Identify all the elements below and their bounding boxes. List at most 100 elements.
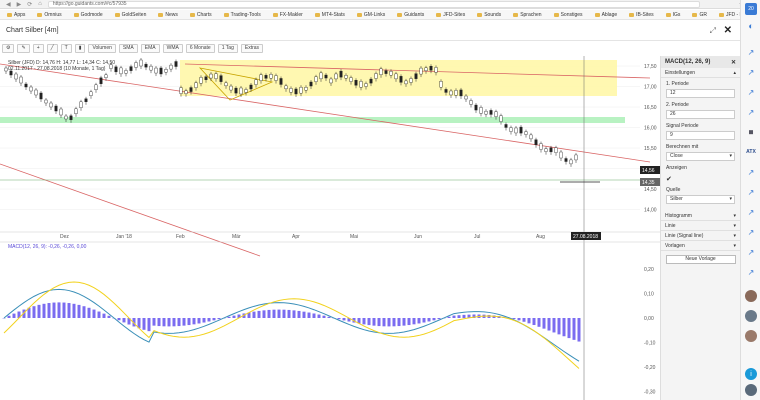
atx-logo-icon[interactable]: ATX: [745, 146, 757, 158]
bookmark-item[interactable]: Trading-Tools: [219, 12, 266, 18]
bookmark-item[interactable]: JFD-Sites: [431, 12, 470, 18]
avatar[interactable]: [745, 310, 757, 322]
line-tool-icon[interactable]: ╱: [46, 43, 58, 53]
period1-input[interactable]: 12: [666, 89, 735, 98]
section-templates[interactable]: Vorlagen ▾: [661, 241, 740, 251]
lightbulb-icon[interactable]: ◐: [745, 20, 757, 32]
show-checkbox[interactable]: ✔: [661, 172, 740, 184]
chart-icon-1[interactable]: ↗: [745, 46, 757, 58]
candle-body: [164, 69, 168, 73]
candle-body: [89, 91, 93, 96]
draw-icon[interactable]: ✎: [17, 43, 30, 53]
toolbar-btn-volumen[interactable]: Volumen: [88, 43, 116, 53]
field-label-period1: 1. Periode: [666, 81, 689, 87]
histogram-bar: [52, 302, 56, 318]
chart-area[interactable]: 17,5017,0016,5016,0015,5015,0014,5014,00…: [0, 56, 660, 400]
chart-icon-2[interactable]: ↗: [745, 66, 757, 78]
source-select[interactable]: Silber ▾: [666, 195, 735, 204]
bookmark-item[interactable]: Sounds: [472, 12, 506, 18]
histogram-bar: [302, 311, 306, 318]
bookmark-item[interactable]: Guidants: [392, 12, 429, 18]
histogram-bar: [162, 318, 166, 327]
bookmark-item[interactable]: FX-Makler: [268, 12, 308, 18]
bookmark-item[interactable]: MT4-Stats: [310, 12, 350, 18]
bookmark-item[interactable]: IGs: [661, 12, 686, 18]
candle-body: [569, 159, 573, 165]
chart-icon-7[interactable]: ↗: [745, 206, 757, 218]
chart-icon-3[interactable]: ↗: [745, 86, 757, 98]
address-bar[interactable]: https://go.guidants.com/#c/57935: [47, 0, 700, 8]
reload-icon[interactable]: ⟳: [27, 1, 32, 8]
bookmark-item[interactable]: Charts: [185, 12, 217, 18]
histogram-bar: [382, 318, 386, 327]
section-signal-line[interactable]: Linie (Signal line) ▾: [661, 231, 740, 241]
bookmark-item[interactable]: GM-Links: [352, 12, 390, 18]
candle-body: [29, 86, 33, 92]
candle-type-icon[interactable]: ▮: [74, 43, 86, 53]
text-tool-icon[interactable]: T: [60, 43, 72, 53]
settings-icon[interactable]: ⚙: [2, 43, 15, 53]
candle-body: [369, 78, 373, 84]
histogram-bar: [97, 311, 101, 318]
bookmark-item[interactable]: Sprachen: [508, 12, 546, 18]
expand-icon[interactable]: ⤢: [710, 26, 716, 36]
bookmark-item[interactable]: Godmode: [69, 12, 108, 18]
histogram-bar: [232, 315, 236, 318]
candle-body: [324, 74, 328, 79]
chart-icon-4[interactable]: ↗: [745, 106, 757, 118]
avatar[interactable]: [745, 290, 757, 302]
toolbar-btn-ema[interactable]: EMA: [140, 43, 160, 53]
candle-body: [224, 82, 228, 87]
histogram-bar: [217, 318, 221, 320]
section-histogram[interactable]: Histogramm ▾: [661, 211, 740, 221]
chart-icon-10[interactable]: ↗: [745, 266, 757, 278]
macd-axis-label: 0,20: [644, 267, 654, 273]
field-label-signal: Signal Periode: [666, 123, 699, 129]
chevron-down-icon: ▾: [733, 242, 736, 249]
back-icon[interactable]: ◀: [6, 1, 11, 8]
avatar[interactable]: [745, 330, 757, 342]
histogram-bar: [182, 318, 186, 326]
forward-icon[interactable]: ▶: [17, 1, 22, 8]
close-icon[interactable]: ✕: [724, 25, 732, 36]
avatar[interactable]: [745, 384, 757, 396]
crosshair-icon[interactable]: +: [32, 43, 44, 53]
bookmark-item[interactable]: IB-Sites: [624, 12, 659, 18]
signal-period-input[interactable]: 9: [666, 131, 735, 140]
calc-select[interactable]: Close ▾: [666, 152, 735, 161]
bookmark-item[interactable]: Sonstiges: [549, 12, 588, 18]
bookmark-item[interactable]: Apps: [2, 12, 30, 18]
timeframe-select[interactable]: 6 Monate: [185, 43, 215, 53]
close-panel-icon[interactable]: ✕: [731, 59, 736, 66]
settings-section[interactable]: Einstellungen ▴: [661, 68, 740, 78]
info-icon[interactable]: i: [745, 368, 757, 380]
bookmark-item[interactable]: GR: [687, 12, 712, 18]
bank-logo-icon[interactable]: ≣: [745, 126, 757, 138]
bookmark-item[interactable]: News: [153, 12, 183, 18]
toolbar-btn-wma[interactable]: WMA: [162, 43, 183, 53]
chart-icon-5[interactable]: ↗: [745, 166, 757, 178]
chevron-down-icon: ▾: [729, 153, 732, 159]
candle-body: [524, 131, 528, 135]
extras-select[interactable]: Extras: [240, 43, 264, 53]
macd-axis-label: 0,10: [644, 292, 654, 298]
bookmark-item[interactable]: GoldSeiten: [110, 12, 152, 18]
candle-body: [364, 83, 368, 87]
histogram-bar: [537, 318, 541, 327]
bookmark-item[interactable]: Ablage: [590, 12, 623, 18]
chart-icon-6[interactable]: ↗: [745, 186, 757, 198]
candle-body: [69, 115, 73, 120]
section-line[interactable]: Linie ▾: [661, 221, 740, 231]
badge-icon[interactable]: 20: [745, 3, 757, 15]
bookmark-item[interactable]: JFD - DESK: [714, 12, 740, 18]
chart-icon-9[interactable]: ↗: [745, 246, 757, 258]
histogram-bar: [577, 318, 581, 342]
histogram-bar: [282, 309, 286, 318]
bookmark-item[interactable]: Omnius: [32, 12, 66, 18]
chart-icon-8[interactable]: ↗: [745, 226, 757, 238]
toolbar-btn-sma[interactable]: SMA: [118, 43, 138, 53]
period2-input[interactable]: 26: [666, 110, 735, 119]
home-icon[interactable]: ⌂: [38, 1, 42, 8]
new-template-button[interactable]: Neue Vorlage: [665, 255, 736, 264]
interval-select[interactable]: 1 Tag: [217, 43, 238, 53]
